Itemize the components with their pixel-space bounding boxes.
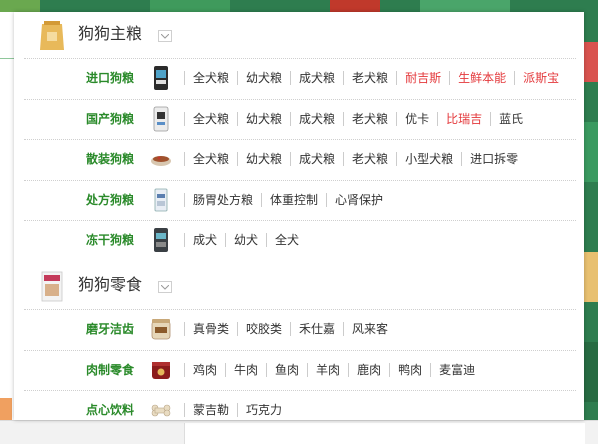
subcategory-link[interactable]: 全犬粮 <box>184 152 237 166</box>
subcategory-row: 散装狗粮 全犬粮 幼犬粮 成犬粮 老犬粮 小型犬粮 进口拆零 <box>14 139 584 179</box>
row-divider <box>24 350 576 351</box>
category-title[interactable]: 狗狗零食 <box>78 275 142 295</box>
category-header: 狗狗零食 <box>14 265 584 305</box>
background-bottom-bar <box>0 420 598 444</box>
dental-chew-jar-icon <box>150 316 172 342</box>
subcategory-link[interactable]: 鸭肉 <box>389 363 430 377</box>
bone-biscuit-icon <box>150 397 172 420</box>
subcategory-label[interactable]: 进口狗粮 <box>86 71 134 85</box>
subcategory-links: 真骨类 咬胶类 禾仕嘉 风来客 <box>184 322 396 336</box>
subcategory-link[interactable]: 肠胃处方粮 <box>184 193 261 207</box>
dog-snack-bag-icon <box>38 269 66 303</box>
subcategory-link[interactable]: 老犬粮 <box>343 112 396 126</box>
subcategory-links: 蒙吉勒 巧克力 <box>184 403 290 417</box>
subcategory-links: 全犬粮 幼犬粮 成犬粮 老犬粮 优卡 比瑞吉 蓝氏 <box>184 112 531 126</box>
subcategory-row: 磨牙洁齿 真骨类 咬胶类 禾仕嘉 风来客 <box>14 309 584 349</box>
subcategory-link[interactable]: 蓝氏 <box>490 112 531 126</box>
subcategory-link[interactable]: 鸡肉 <box>184 363 225 377</box>
row-divider <box>24 139 576 140</box>
row-divider <box>24 390 576 391</box>
subcategory-links: 全犬粮 幼犬粮 成犬粮 老犬粮 小型犬粮 进口拆零 <box>184 152 526 166</box>
subcategory-link[interactable]: 进口拆零 <box>461 152 526 166</box>
subcategory-link[interactable]: 真骨类 <box>184 322 237 336</box>
category-header: 狗狗主粮 <box>14 14 584 54</box>
prescription-food-bag-icon <box>150 187 172 213</box>
subcategory-link[interactable]: 羊肉 <box>307 363 348 377</box>
subcategory-link[interactable]: 鹿肉 <box>348 363 389 377</box>
chevron-down-icon[interactable] <box>158 281 172 293</box>
subcategory-link[interactable]: 幼犬 <box>225 233 266 247</box>
row-divider <box>24 309 576 310</box>
subcategory-link[interactable]: 生鲜本能 <box>449 71 514 85</box>
subcategory-link[interactable]: 全犬粮 <box>184 71 237 85</box>
subcategory-link[interactable]: 禾仕嘉 <box>290 322 343 336</box>
row-divider <box>24 99 576 100</box>
meat-snack-can-icon <box>150 357 172 383</box>
imported-food-bag-icon <box>150 65 172 91</box>
subcategory-row: 肉制零食 鸡肉 牛肉 鱼肉 羊肉 鹿肉 鸭肉 麦富迪 <box>14 350 584 390</box>
subcategory-link[interactable]: 麦富迪 <box>430 363 483 377</box>
subcategory-link[interactable]: 鱼肉 <box>266 363 307 377</box>
subcategory-link[interactable]: 小型犬粮 <box>396 152 461 166</box>
subcategory-label[interactable]: 冻干狗粮 <box>86 233 134 247</box>
subcategory-row: 冻干狗粮 成犬 幼犬 全犬 <box>14 220 584 260</box>
subcategory-link[interactable]: 蒙吉勒 <box>184 403 237 417</box>
category-dropdown-menu: 狗狗主粮 进口狗粮 全犬粮 幼犬粮 成犬粮 老犬粮 耐吉斯 生鲜本能 派斯宝 国产狗粮 全犬粮 幼犬粮… <box>14 12 584 420</box>
domestic-food-bag-icon <box>150 106 172 132</box>
background-left-accent <box>0 398 12 420</box>
background-bottom-tab <box>184 423 585 444</box>
subcategory-link[interactable]: 幼犬粮 <box>237 71 290 85</box>
dog-food-bag-icon <box>38 18 66 52</box>
subcategory-link[interactable]: 体重控制 <box>261 193 326 207</box>
subcategory-label[interactable]: 散装狗粮 <box>86 152 134 166</box>
subcategory-link[interactable]: 全犬 <box>266 233 307 247</box>
subcategory-link[interactable]: 巧克力 <box>237 403 290 417</box>
freeze-dried-bag-icon <box>150 227 172 253</box>
subcategory-link[interactable]: 风来客 <box>343 322 396 336</box>
subcategory-links: 全犬粮 幼犬粮 成犬粮 老犬粮 耐吉斯 生鲜本能 派斯宝 <box>184 71 567 85</box>
subcategory-row: 国产狗粮 全犬粮 幼犬粮 成犬粮 老犬粮 优卡 比瑞吉 蓝氏 <box>14 99 584 139</box>
bulk-food-bowl-icon <box>150 146 172 172</box>
subcategory-link[interactable]: 优卡 <box>396 112 437 126</box>
subcategory-link[interactable]: 耐吉斯 <box>396 71 449 85</box>
subcategory-label[interactable]: 处方狗粮 <box>86 193 134 207</box>
subcategory-link[interactable]: 心肾保护 <box>326 193 391 207</box>
subcategory-link[interactable]: 老犬粮 <box>343 152 396 166</box>
subcategory-label[interactable]: 国产狗粮 <box>86 112 134 126</box>
subcategory-links: 肠胃处方粮 体重控制 心肾保护 <box>184 193 391 207</box>
background-right-banner <box>584 12 598 443</box>
subcategory-link[interactable]: 牛肉 <box>225 363 266 377</box>
subcategory-link[interactable]: 成犬粮 <box>290 152 343 166</box>
subcategory-link[interactable]: 成犬粮 <box>290 112 343 126</box>
subcategory-link[interactable]: 幼犬粮 <box>237 152 290 166</box>
subcategory-link[interactable]: 比瑞吉 <box>437 112 490 126</box>
subcategory-links: 鸡肉 牛肉 鱼肉 羊肉 鹿肉 鸭肉 麦富迪 <box>184 363 483 377</box>
chevron-down-icon[interactable] <box>158 30 172 42</box>
subcategory-links: 成犬 幼犬 全犬 <box>184 233 307 247</box>
background-left-divider <box>0 58 14 423</box>
subcategory-link[interactable]: 咬胶类 <box>237 322 290 336</box>
row-divider <box>24 58 576 59</box>
subcategory-label[interactable]: 点心饮料 <box>86 403 134 417</box>
subcategory-link[interactable]: 成犬粮 <box>290 71 343 85</box>
subcategory-label[interactable]: 肉制零食 <box>86 363 134 377</box>
subcategory-row: 处方狗粮 肠胃处方粮 体重控制 心肾保护 <box>14 180 584 220</box>
row-divider <box>24 180 576 181</box>
subcategory-link[interactable]: 老犬粮 <box>343 71 396 85</box>
subcategory-link[interactable]: 派斯宝 <box>514 71 567 85</box>
subcategory-link[interactable]: 幼犬粮 <box>237 112 290 126</box>
subcategory-link[interactable]: 成犬 <box>184 233 225 247</box>
subcategory-row: 点心饮料 蒙吉勒 巧克力 <box>14 390 584 420</box>
category-title[interactable]: 狗狗主粮 <box>78 24 142 44</box>
subcategory-row: 进口狗粮 全犬粮 幼犬粮 成犬粮 老犬粮 耐吉斯 生鲜本能 派斯宝 <box>14 58 584 98</box>
row-divider <box>24 220 576 221</box>
background-banner-top <box>0 0 598 12</box>
subcategory-label[interactable]: 磨牙洁齿 <box>86 322 134 336</box>
subcategory-link[interactable]: 全犬粮 <box>184 112 237 126</box>
